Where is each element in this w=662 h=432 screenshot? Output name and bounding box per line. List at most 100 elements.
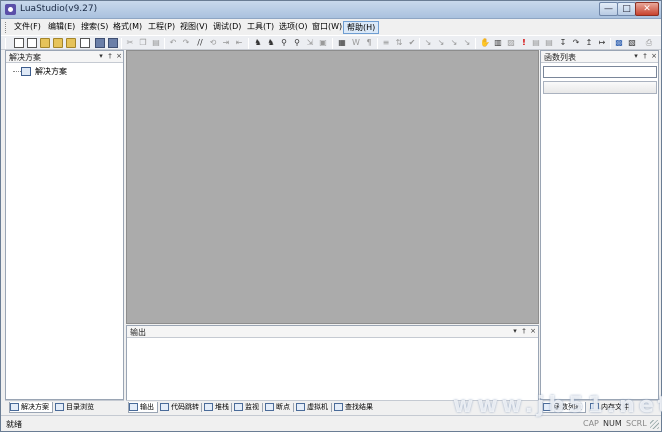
tab-virtual-machine[interactable]: 虚拟机 xyxy=(296,402,328,413)
find-icon[interactable]: ♞ xyxy=(253,38,263,48)
new-file-icon[interactable] xyxy=(14,38,24,48)
goto-icon[interactable]: ⇲ xyxy=(305,38,315,48)
function-list-header[interactable] xyxy=(543,81,657,94)
step-out-icon[interactable]: ↥ xyxy=(584,38,594,48)
new-project-icon[interactable] xyxy=(27,38,37,48)
run-to-cursor-icon[interactable]: ↦ xyxy=(597,38,607,48)
alert-icon[interactable]: ! xyxy=(519,38,529,48)
redo-icon[interactable]: ↷ xyxy=(181,38,191,48)
function-panel-title: 函数列表 xyxy=(544,53,576,62)
paste-icon[interactable]: ▤ xyxy=(151,38,161,48)
sort-icon[interactable]: ⇅ xyxy=(394,38,404,48)
bookmark-icon[interactable]: ▣ xyxy=(318,38,328,48)
panel-dropdown-icon[interactable]: ▾ xyxy=(97,51,105,62)
tab-label: 代码跳转 xyxy=(171,403,199,411)
open-recent-icon[interactable] xyxy=(66,38,76,48)
toolbar-grip[interactable] xyxy=(5,38,6,49)
run-icon[interactable]: ↘ xyxy=(462,38,472,48)
tab-breakpoints[interactable]: 断点 xyxy=(265,402,290,413)
comment-icon[interactable]: // xyxy=(195,38,205,48)
grid-icon[interactable]: ▥ xyxy=(493,38,503,48)
menu-project[interactable]: 工程(P) xyxy=(145,21,178,34)
format-icon[interactable]: ≡ xyxy=(381,38,391,48)
menu-tools[interactable]: 工具(T) xyxy=(244,21,277,34)
tab-directory-browse[interactable]: 目录浏览 xyxy=(55,402,94,413)
directory-tab-icon xyxy=(55,403,64,411)
word-wrap-icon[interactable]: W xyxy=(351,38,361,48)
hand-icon[interactable]: ✋ xyxy=(480,38,490,48)
pin-icon[interactable]: † xyxy=(520,326,528,337)
tab-separator xyxy=(331,403,332,412)
tab-label: 堆栈 xyxy=(215,403,229,411)
panel-dropdown-icon[interactable]: ▾ xyxy=(632,51,640,62)
tab-solution[interactable]: 解决方案 xyxy=(9,402,53,413)
menu-grip[interactable] xyxy=(5,22,8,33)
panel-dropdown-icon[interactable]: ▾ xyxy=(511,326,519,337)
cut-icon[interactable]: ✂ xyxy=(125,38,135,48)
menu-view[interactable]: 视图(V) xyxy=(177,21,211,34)
caps-lock-indicator: CAP xyxy=(583,419,599,428)
menu-window[interactable]: 窗口(W) xyxy=(309,21,345,34)
export-icon[interactable] xyxy=(80,38,90,48)
save-all-icon[interactable] xyxy=(108,38,118,48)
pin-icon[interactable]: † xyxy=(106,51,114,62)
toolbar-separator xyxy=(475,38,476,49)
locals-icon[interactable]: ▤ xyxy=(544,38,554,48)
watch-icon[interactable]: ▤ xyxy=(531,38,541,48)
stack-tab-icon xyxy=(204,403,213,411)
save-icon[interactable] xyxy=(95,38,105,48)
print-icon[interactable]: ⎙ xyxy=(644,38,654,48)
outdent-icon[interactable]: ⇤ xyxy=(234,38,244,48)
build-icon[interactable]: ↘ xyxy=(423,38,433,48)
find-in-files-icon[interactable]: ⚲ xyxy=(279,38,289,48)
step-into-icon[interactable]: ↧ xyxy=(558,38,568,48)
replace-icon[interactable]: ⚲ xyxy=(292,38,302,48)
title-bar: LuaStudio(v9.27) — □ ✕ xyxy=(1,1,661,19)
help-icon[interactable]: ▩ xyxy=(614,38,624,48)
clean-icon[interactable]: ↘ xyxy=(449,38,459,48)
tab-separator xyxy=(231,403,232,412)
menu-debug[interactable]: 调试(D) xyxy=(210,21,244,34)
undo-icon[interactable]: ↶ xyxy=(168,38,178,48)
copy-icon[interactable]: ❐ xyxy=(138,38,148,48)
menu-edit[interactable]: 编辑(E) xyxy=(45,21,78,34)
check-icon[interactable]: ✔ xyxy=(407,38,417,48)
step-over-icon[interactable]: ↷ xyxy=(571,38,581,48)
about-icon[interactable]: ▧ xyxy=(627,38,637,48)
menu-bar: 文件(F) 编辑(E) 搜索(S) 格式(M) 工程(P) 视图(V) 调试(D… xyxy=(1,19,661,35)
find-next-icon[interactable]: ♞ xyxy=(266,38,276,48)
document-area[interactable] xyxy=(126,50,539,324)
breakpoint-icon[interactable]: ▨ xyxy=(506,38,516,48)
paragraph-icon[interactable]: ¶ xyxy=(364,38,374,48)
panel-close-icon[interactable]: × xyxy=(115,51,123,62)
pin-icon[interactable]: † xyxy=(641,51,649,62)
panel-close-icon[interactable]: × xyxy=(650,51,658,62)
open-file-icon[interactable] xyxy=(40,38,50,48)
function-panel-header: 函数列表 ▾ † × xyxy=(541,51,658,63)
indent-icon[interactable]: ⇥ xyxy=(221,38,231,48)
menu-search[interactable]: 搜索(S) xyxy=(78,21,111,34)
tab-output[interactable]: 输出 xyxy=(128,402,158,413)
tab-stack[interactable]: 堆栈 xyxy=(204,402,229,413)
close-button[interactable]: ✕ xyxy=(635,2,659,16)
open-folder-icon[interactable] xyxy=(53,38,63,48)
panel-close-icon[interactable]: × xyxy=(529,326,537,337)
function-search-input[interactable] xyxy=(543,66,657,78)
uncomment-icon[interactable]: ⟲ xyxy=(208,38,218,48)
maximize-button[interactable]: □ xyxy=(617,2,636,16)
menu-file[interactable]: 文件(F) xyxy=(11,21,44,34)
menu-options[interactable]: 选项(O) xyxy=(276,21,311,34)
tab-watch[interactable]: 监视 xyxy=(234,402,259,413)
tab-code-jump[interactable]: 代码跳转 xyxy=(160,402,199,413)
whitespace-icon[interactable]: ▦ xyxy=(337,38,347,48)
resize-grip[interactable] xyxy=(650,420,659,429)
left-panel-tabs: 解决方案 目录浏览 xyxy=(5,400,124,413)
tab-label: 查找结果 xyxy=(345,403,373,411)
solution-tab-icon xyxy=(10,403,19,411)
rebuild-icon[interactable]: ↘ xyxy=(436,38,446,48)
tab-label: 输出 xyxy=(140,403,154,411)
menu-format[interactable]: 格式(M) xyxy=(110,21,145,34)
menu-help[interactable]: 帮助(H) xyxy=(343,21,380,34)
tab-find-results[interactable]: 查找结果 xyxy=(334,402,373,413)
minimize-button[interactable]: — xyxy=(599,2,618,16)
